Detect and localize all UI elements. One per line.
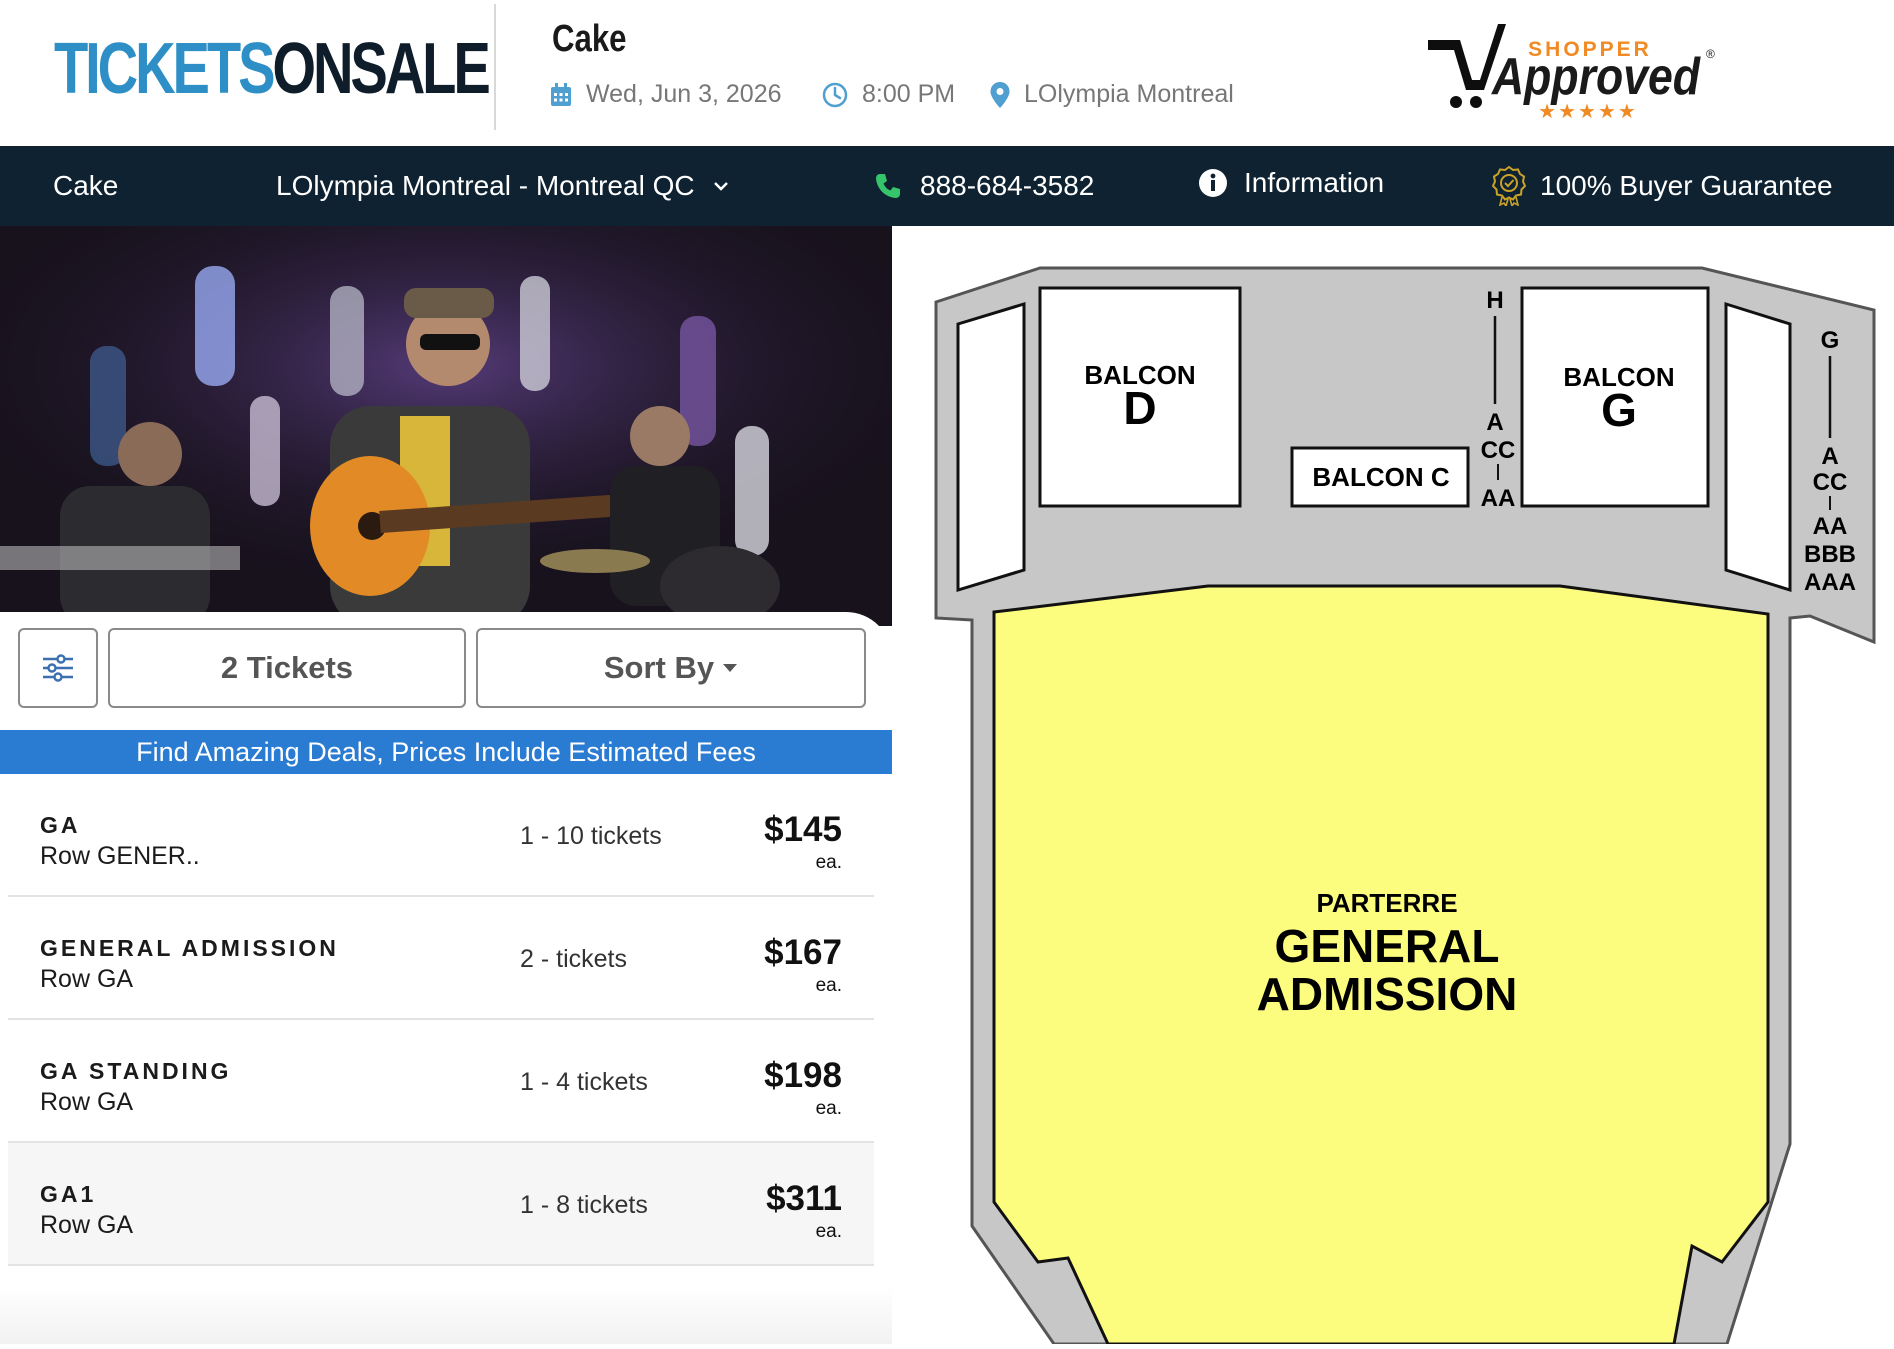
parterre-label: PARTERRE bbox=[1316, 888, 1457, 918]
approved-text: Approved bbox=[1490, 48, 1701, 106]
information-link[interactable]: Information bbox=[1198, 143, 1384, 223]
header-divider bbox=[494, 4, 496, 130]
row-label-bbb: BBB bbox=[1804, 541, 1856, 568]
row-label-a-right: A bbox=[1821, 443, 1838, 470]
shopper-approved-badge[interactable]: SHOPPER Approved ® ★★★★★ bbox=[1420, 18, 1740, 123]
location-pin-icon bbox=[990, 81, 1010, 108]
listing-price-unit: ea. bbox=[815, 852, 842, 873]
listing-row-label: Row GENER.. bbox=[40, 842, 200, 870]
seat-map: BALCON D BALCON G BALCON C H A CC AA G A… bbox=[892, 226, 1894, 1346]
listing-row[interactable]: GA Row GENER.. 1 - 10 tickets $145 ea. bbox=[8, 774, 874, 897]
chevron-down-icon bbox=[713, 182, 728, 191]
phone-icon bbox=[876, 174, 900, 198]
listings-panel: 2 Tickets Sort By Find Amazing Deals, Pr… bbox=[0, 226, 892, 1344]
listing-price: $167 bbox=[764, 933, 842, 972]
site-logo[interactable]: TICKETSONSALE bbox=[54, 28, 491, 110]
listing-row-label: Row GA bbox=[40, 1088, 134, 1116]
listing-row[interactable]: GENERAL ADMISSION Row GA 2 - tickets $16… bbox=[8, 897, 874, 1020]
listing-price: $145 bbox=[764, 810, 842, 849]
section-right-box[interactable] bbox=[1724, 301, 1792, 593]
listing-price: $311 bbox=[766, 1179, 842, 1218]
listing-price-unit: ea. bbox=[815, 1221, 842, 1242]
event-hero-image bbox=[0, 226, 892, 626]
listing-row[interactable]: GA1 Row GA 1 - 8 tickets $311 ea. bbox=[8, 1143, 874, 1266]
logo-tickets-text: TICKETS bbox=[54, 29, 276, 109]
promo-banner: Find Amazing Deals, Prices Include Estim… bbox=[0, 730, 892, 774]
rating-stars: ★★★★★ bbox=[1538, 99, 1638, 118]
row-label-a-left: A bbox=[1486, 409, 1503, 436]
ga-label-line2: ADMISSION bbox=[1257, 968, 1518, 1020]
filter-sliders-icon bbox=[43, 654, 73, 682]
venue-dropdown[interactable]: LOlympia Montreal - Montreal QC bbox=[276, 146, 729, 226]
listing-section: GA bbox=[40, 812, 81, 838]
nav-event-name[interactable]: Cake bbox=[53, 146, 118, 226]
listing-row[interactable]: GA STANDING Row GA 1 - 4 tickets $198 ea… bbox=[8, 1020, 874, 1143]
row-label-aa-left: AA bbox=[1481, 485, 1516, 512]
venue-dropdown-label: LOlympia Montreal - Montreal QC bbox=[276, 170, 695, 201]
site-header: TICKETSONSALE Cake Wed, Jun 3, 2026 8:00… bbox=[0, 0, 1894, 146]
balcon-g-letter: G bbox=[1601, 384, 1637, 436]
row-label-aaa: AAA bbox=[1804, 569, 1856, 596]
listing-row-label: Row GA bbox=[40, 1211, 134, 1239]
information-label: Information bbox=[1244, 167, 1385, 198]
listing-quantity: 1 - 8 tickets bbox=[520, 1191, 648, 1219]
balcon-c-label: BALCON C bbox=[1312, 462, 1449, 492]
clock-icon bbox=[822, 82, 848, 107]
event-title: Cake bbox=[552, 18, 627, 60]
info-icon bbox=[1199, 169, 1227, 197]
listing-row-label: Row GA bbox=[40, 965, 134, 993]
phone-number: 888-684-3582 bbox=[920, 170, 1095, 201]
filter-button[interactable] bbox=[18, 628, 98, 708]
row-label-aa-right: AA bbox=[1813, 513, 1848, 540]
listing-section: GA1 bbox=[40, 1181, 97, 1207]
listing-section: GA STANDING bbox=[40, 1058, 232, 1084]
sort-by-button[interactable]: Sort By bbox=[476, 628, 866, 708]
listing-quantity: 1 - 10 tickets bbox=[520, 822, 662, 850]
listing-quantity: 1 - 4 tickets bbox=[520, 1068, 648, 1096]
row-label-h: H bbox=[1486, 287, 1503, 314]
panel-bottom-fade bbox=[0, 1286, 892, 1344]
buyer-guarantee-link[interactable]: 100% Buyer Guarantee bbox=[1492, 146, 1833, 226]
phone-link[interactable]: 888-684-3582 bbox=[874, 146, 1094, 226]
event-time-text: 8:00 PM bbox=[862, 80, 956, 108]
section-left-box[interactable] bbox=[956, 301, 1026, 593]
ticket-quantity-button[interactable]: 2 Tickets bbox=[108, 628, 466, 708]
listing-controls: 2 Tickets Sort By bbox=[0, 612, 892, 730]
listing-section: GENERAL ADMISSION bbox=[40, 935, 339, 961]
listing-price: $198 bbox=[764, 1056, 842, 1095]
award-badge-icon bbox=[1492, 166, 1526, 206]
listing-price-unit: ea. bbox=[815, 1098, 842, 1119]
event-time: 8:00 PM bbox=[822, 80, 955, 109]
event-date-text: Wed, Jun 3, 2026 bbox=[586, 80, 782, 108]
listing-quantity: 2 - tickets bbox=[520, 945, 627, 973]
event-navbar: Cake LOlympia Montreal - Montreal QC 888… bbox=[0, 146, 1894, 226]
event-venue-text: LOlympia Montreal bbox=[1024, 80, 1234, 108]
buyer-guarantee-label: 100% Buyer Guarantee bbox=[1540, 170, 1833, 201]
sort-by-label: Sort By bbox=[603, 650, 715, 685]
svg-text:®: ® bbox=[1706, 47, 1715, 61]
row-label-cc-right: CC bbox=[1813, 469, 1848, 496]
row-label-g: G bbox=[1821, 327, 1840, 354]
ga-label-line1: GENERAL bbox=[1275, 920, 1500, 972]
calendar-icon bbox=[551, 82, 571, 106]
balcon-d-letter: D bbox=[1123, 382, 1156, 434]
logo-onsale-text: ONSALE bbox=[272, 29, 490, 109]
row-label-cc-left: CC bbox=[1481, 437, 1516, 464]
event-date: Wed, Jun 3, 2026 bbox=[550, 80, 782, 109]
listing-price-unit: ea. bbox=[815, 975, 842, 996]
ticket-listings: GA Row GENER.. 1 - 10 tickets $145 ea. G… bbox=[8, 774, 874, 1266]
caret-down-icon bbox=[723, 664, 738, 672]
event-venue: LOlympia Montreal bbox=[990, 80, 1234, 109]
